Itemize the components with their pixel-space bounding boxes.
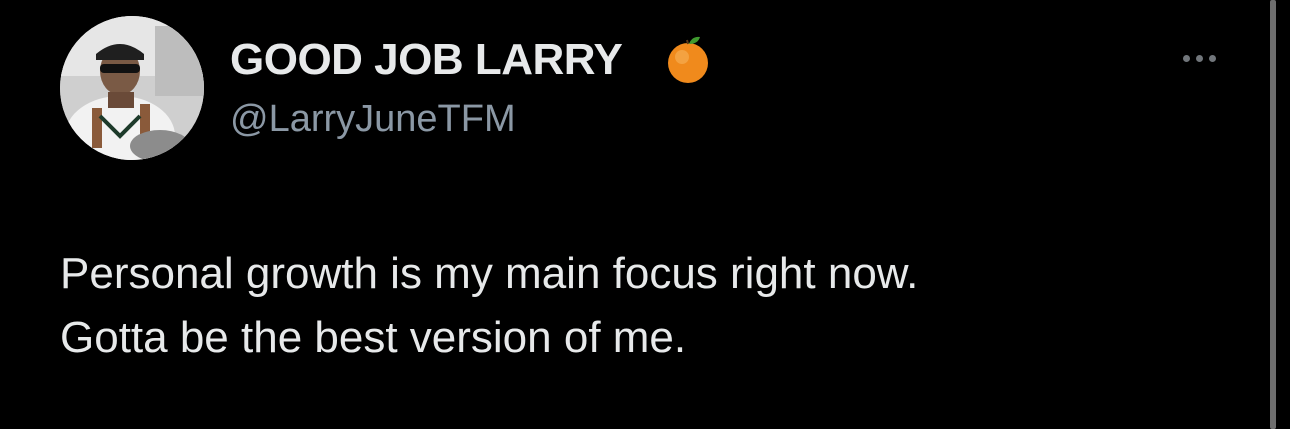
tweet-text: Personal growth is my main focus right n… [60, 242, 1210, 370]
scrollbar[interactable] [1270, 0, 1276, 429]
orange-emoji-icon [662, 32, 716, 86]
profile-avatar[interactable] [60, 16, 204, 160]
avatar-photo-icon [60, 16, 204, 160]
tweet-card[interactable]: GOOD JOB LARRY @LarryJuneTFM Personal gr… [0, 0, 1290, 429]
tweet-text-line: Gotta be the best version of me. [60, 313, 687, 362]
tweet-text-line: Personal growth is my main focus right n… [60, 249, 919, 298]
author-display-name[interactable]: GOOD JOB LARRY [230, 34, 623, 86]
more-options-icon[interactable] [1172, 40, 1228, 76]
author-handle[interactable]: @LarryJuneTFM [230, 96, 516, 142]
